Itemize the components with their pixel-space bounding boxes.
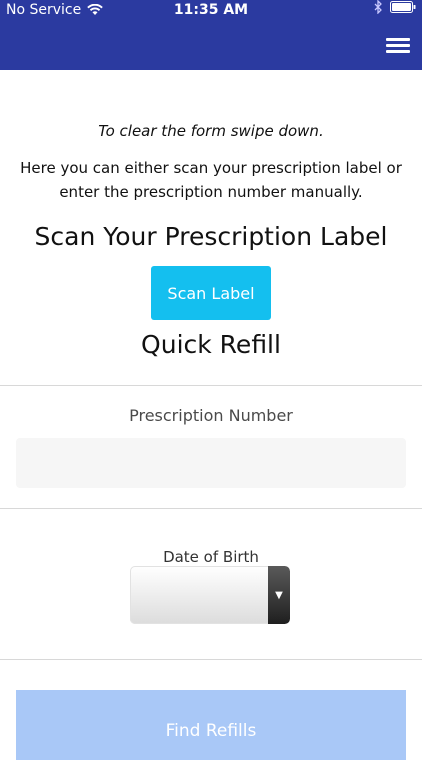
prescription-number-input[interactable] (16, 438, 406, 488)
bluetooth-icon (374, 0, 382, 14)
prescription-number-label: Prescription Number (129, 406, 293, 425)
scan-label-button[interactable]: Scan Label (151, 266, 271, 320)
hamburger-menu-icon[interactable] (386, 36, 410, 54)
status-right (374, 0, 416, 14)
date-of-birth-picker[interactable]: ▼ (130, 566, 290, 624)
battery-icon (390, 1, 416, 13)
quick-refill-title: Quick Refill (141, 330, 281, 359)
dropdown-arrow-icon: ▼ (268, 566, 290, 624)
swipe-hint: To clear the form swipe down. (98, 122, 324, 140)
status-time: 11:35 AM (173, 2, 249, 18)
app-header: No Service 11:35 AM (0, 0, 422, 70)
form-description: Here you can either scan your prescripti… (20, 159, 402, 201)
date-of-birth-label: Date of Birth (163, 548, 259, 566)
divider (0, 508, 422, 509)
status-bar: No Service 11:35 AM (0, 0, 422, 20)
divider (0, 659, 422, 660)
scan-title: Scan Your Prescription Label (34, 222, 388, 251)
divider (0, 385, 422, 386)
